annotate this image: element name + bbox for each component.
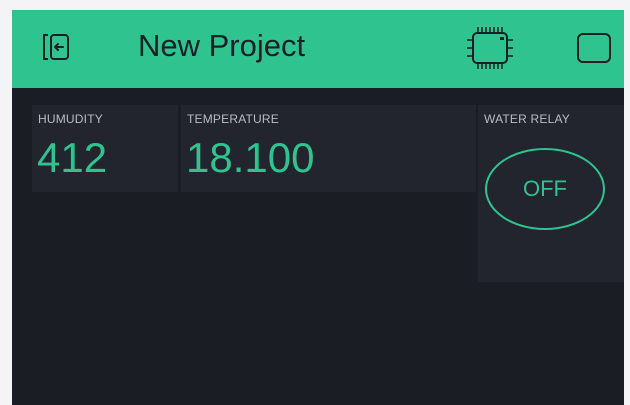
stop-square-icon <box>577 33 611 63</box>
app-screen: New Project HUMUDITY 412 TEMPERATURE 18.… <box>12 10 624 405</box>
device-button[interactable] <box>466 24 514 72</box>
temperature-widget[interactable]: TEMPERATURE 18.100 <box>181 105 476 192</box>
exit-icon <box>43 34 69 60</box>
project-title: New Project <box>138 28 306 63</box>
temperature-label: TEMPERATURE <box>187 112 279 126</box>
temperature-value: 18.100 <box>186 134 315 181</box>
water-relay-label: WATER RELAY <box>484 112 570 126</box>
humidity-label: HUMUDITY <box>38 112 103 126</box>
water-relay-state: OFF <box>523 176 567 201</box>
app-header: New Project <box>12 10 624 88</box>
exit-project-button[interactable] <box>38 29 74 65</box>
humidity-widget[interactable]: HUMUDITY 412 <box>32 105 178 192</box>
water-relay-widget: WATER RELAY OFF <box>478 105 624 282</box>
humidity-value: 412 <box>37 134 108 181</box>
water-relay-toggle-button[interactable]: OFF <box>485 148 605 230</box>
chip-icon <box>467 27 513 69</box>
stop-button[interactable] <box>576 32 612 64</box>
